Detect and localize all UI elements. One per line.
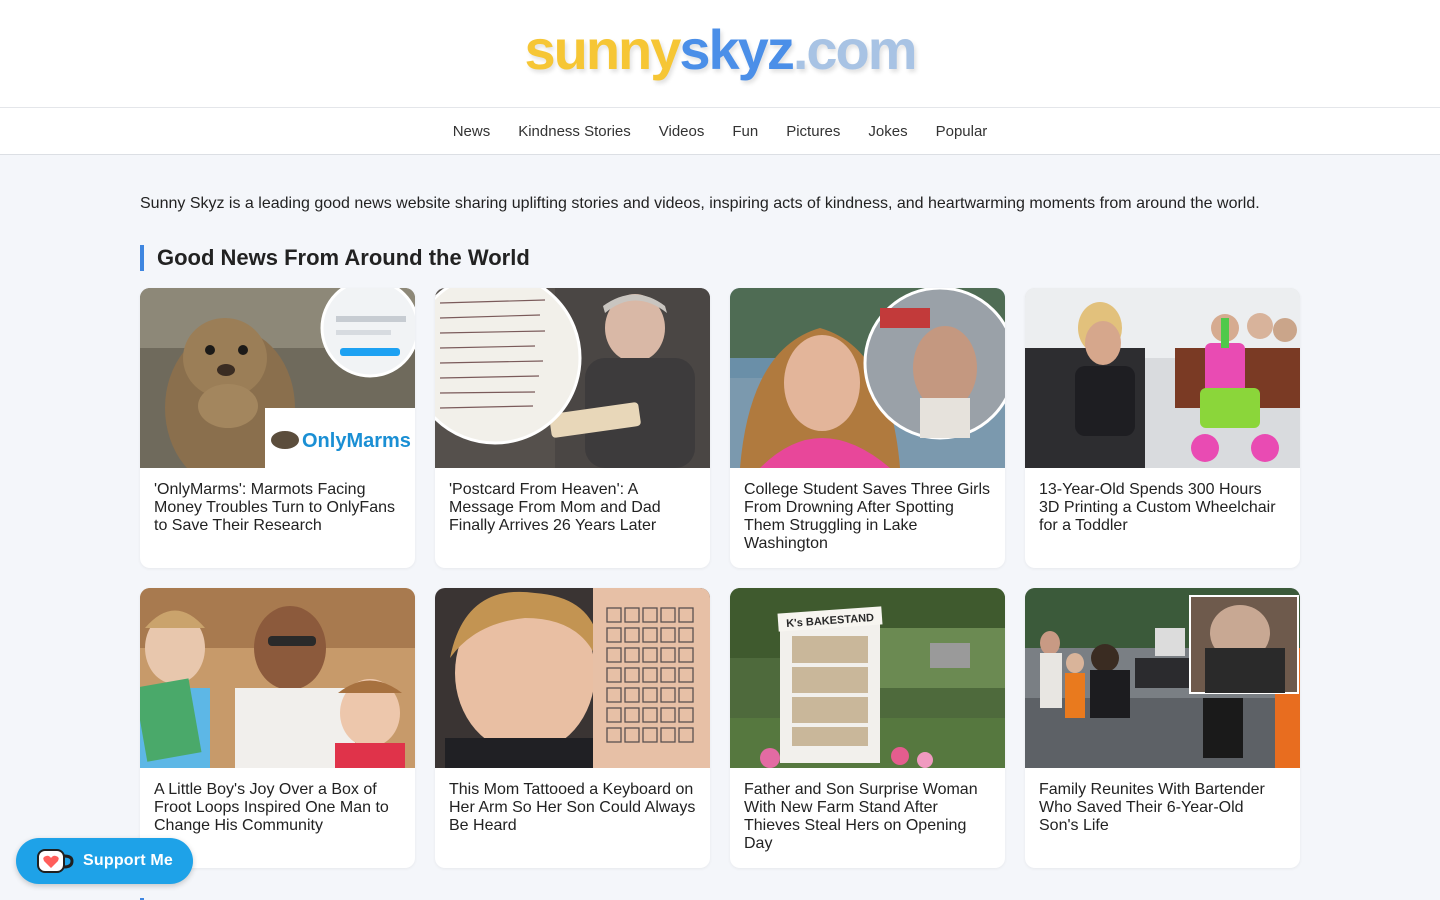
article-title[interactable]: This Mom Tattooed a Keyboard on Her Arm … <box>435 768 710 835</box>
article-card[interactable]: K's BAKESTAND Father and Son Surprise Wo… <box>730 588 1005 868</box>
nav-item-news[interactable]: News <box>439 108 505 155</box>
article-card[interactable]: 13-Year-Old Spends 300 Hours 3D Printing… <box>1025 288 1300 568</box>
support-me-button[interactable]: Support Me <box>16 838 193 884</box>
article-card[interactable]: A Little Boy's Joy Over a Box of Froot L… <box>140 588 415 868</box>
article-title[interactable]: College Student Saves Three Girls From D… <box>730 468 1005 553</box>
article-thumbnail[interactable]: OnlyMarms <box>140 288 415 468</box>
site-intro: Sunny Skyz is a leading good news websit… <box>140 195 1260 212</box>
nav-item-jokes[interactable]: Jokes <box>854 108 921 155</box>
section-title: Good News From Around the World <box>140 245 1300 271</box>
article-title[interactable]: Family Reunites With Bartender Who Saved… <box>1025 768 1300 835</box>
article-thumbnail[interactable]: K's BAKESTAND <box>730 588 1005 768</box>
site-header: sunnyskyz.com <box>0 0 1440 108</box>
article-thumbnail[interactable] <box>435 588 710 768</box>
article-card[interactable]: 'Postcard From Heaven': A Message From M… <box>435 288 710 568</box>
nav-item-popular[interactable]: Popular <box>922 108 1002 155</box>
site-logo[interactable]: sunnyskyz.com <box>524 21 917 78</box>
article-thumbnail[interactable] <box>1025 588 1300 768</box>
article-thumbnail[interactable] <box>140 588 415 768</box>
article-title[interactable]: Father and Son Surprise Woman With New F… <box>730 768 1005 853</box>
article-card[interactable]: College Student Saves Three Girls From D… <box>730 288 1005 568</box>
article-title[interactable]: A Little Boy's Joy Over a Box of Froot L… <box>140 768 415 835</box>
article-thumbnail[interactable] <box>435 288 710 468</box>
nav-item-kindness-stories[interactable]: Kindness Stories <box>504 108 645 155</box>
logo-part-skyz: skyz <box>679 17 794 81</box>
nav-item-pictures[interactable]: Pictures <box>772 108 854 155</box>
article-thumbnail[interactable] <box>730 288 1005 468</box>
nav-item-fun[interactable]: Fun <box>718 108 772 155</box>
article-thumbnail[interactable] <box>1025 288 1300 468</box>
article-card[interactable]: OnlyMarms 'OnlyMarms': Marmots Facing Mo… <box>140 288 415 568</box>
thumb-caption-onlymarms: OnlyMarms <box>302 430 411 452</box>
article-grid: OnlyMarms 'OnlyMarms': Marmots Facing Mo… <box>140 288 1300 868</box>
article-card[interactable]: Family Reunites With Bartender Who Saved… <box>1025 588 1300 868</box>
article-card[interactable]: This Mom Tattooed a Keyboard on Her Arm … <box>435 588 710 868</box>
main-content: Sunny Skyz is a leading good news websit… <box>140 194 1300 900</box>
logo-part-dotcom: .com <box>792 17 918 81</box>
kofi-cup-icon <box>37 849 74 873</box>
support-me-label: Support Me <box>83 852 173 869</box>
article-title[interactable]: 13-Year-Old Spends 300 Hours 3D Printing… <box>1025 468 1300 535</box>
article-title[interactable]: 'OnlyMarms': Marmots Facing Money Troubl… <box>140 468 415 535</box>
logo-part-sunny: sunny <box>524 17 681 81</box>
main-nav: News Kindness Stories Videos Fun Picture… <box>0 108 1440 155</box>
article-title[interactable]: 'Postcard From Heaven': A Message From M… <box>435 468 710 535</box>
nav-item-videos[interactable]: Videos <box>645 108 719 155</box>
